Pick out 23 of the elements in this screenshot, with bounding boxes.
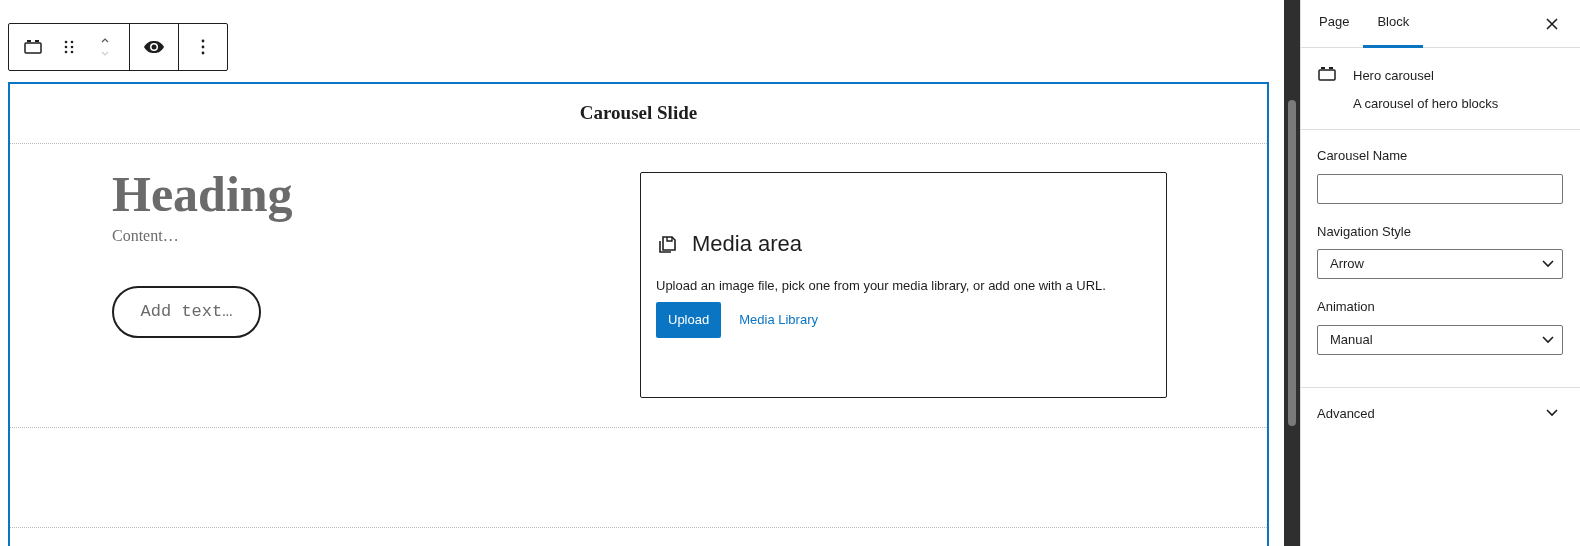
field-label: Carousel Name xyxy=(1317,147,1409,165)
add-text-button[interactable]: Add text… xyxy=(112,286,261,338)
carousel-icon xyxy=(1317,66,1337,82)
chevron-down-icon xyxy=(1542,260,1554,268)
block-name: Hero carousel xyxy=(1353,67,1435,85)
panel-toggle[interactable]: Advanced xyxy=(1301,387,1580,439)
field-label: Animation xyxy=(1317,298,1376,316)
content-text[interactable]: Content… xyxy=(112,227,179,244)
media-instructions: Upload an image file, pick one from your media library, or add one with a URL. xyxy=(656,277,1107,295)
select-dropdown[interactable]: Manual xyxy=(1317,324,1563,355)
upload-button[interactable]: Upload xyxy=(656,302,722,338)
block-title: Carousel Slide xyxy=(579,101,698,126)
sidebar-tab[interactable]: Page xyxy=(1305,0,1364,48)
sidebar-tab[interactable]: Block xyxy=(1363,0,1424,48)
scrollbar[interactable] xyxy=(1284,0,1300,546)
text-input-field[interactable] xyxy=(1317,173,1563,204)
field-label: Navigation Style xyxy=(1317,222,1412,241)
select-dropdown[interactable]: Arrow xyxy=(1317,249,1563,279)
heading-text[interactable]: Heading xyxy=(112,166,293,222)
block-description: A carousel of hero blocks xyxy=(1353,94,1499,113)
media-title: Media area xyxy=(692,230,803,258)
media-library-link[interactable]: Media Library xyxy=(739,310,818,330)
chevron-down-icon xyxy=(1542,335,1554,344)
